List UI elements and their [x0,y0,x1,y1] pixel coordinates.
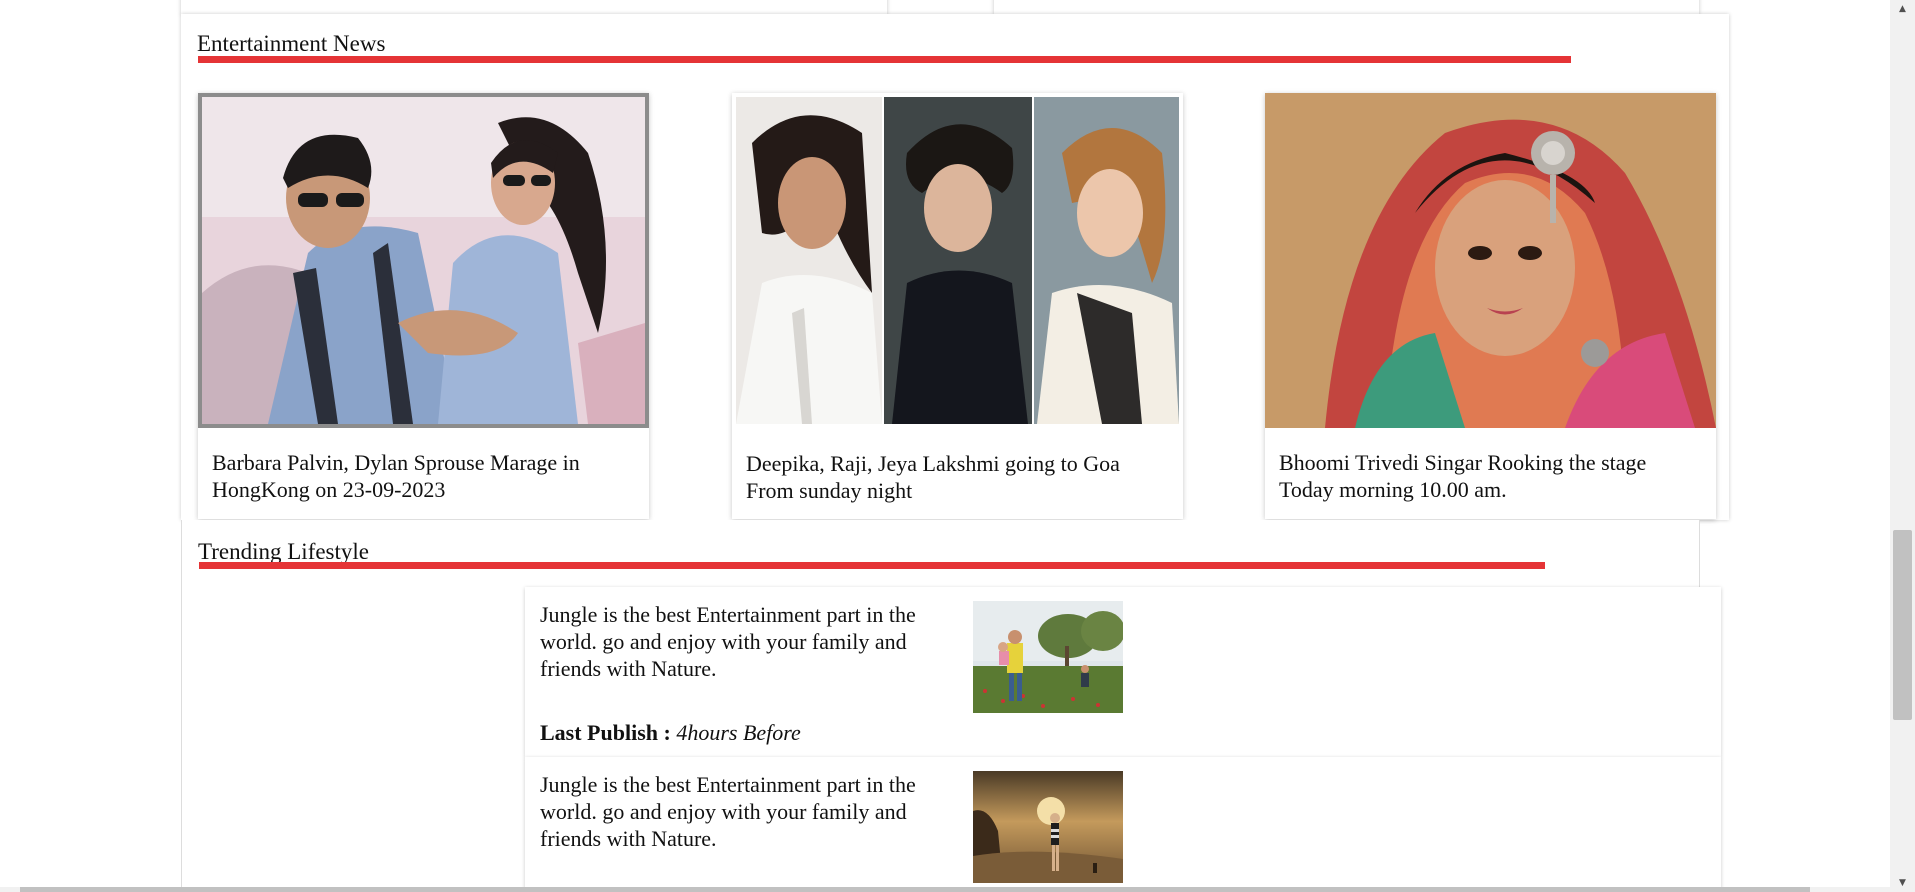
news-card[interactable]: Bhoomi Trivedi Singar Rooking the stage … [1265,93,1716,519]
section-title-entertainment: Entertainment News [197,31,386,56]
scrollbar-thumb[interactable] [20,887,1810,892]
triangle-down-icon[interactable]: ▼ [1890,874,1915,892]
horizontal-scrollbar[interactable] [0,887,1890,892]
trend-thumbnail[interactable] [973,601,1123,713]
trend-list-item[interactable]: Jungle is the best Entertainment part in… [525,757,1721,892]
publish-label: Last Publish : [540,720,671,745]
news-image[interactable] [732,93,1183,428]
vertical-scrollbar[interactable]: ▲ ▼ [1890,0,1915,892]
publish-time: 4hours Before [676,720,801,745]
trend-description[interactable]: Jungle is the best Entertainment part in… [540,771,960,852]
trend-description[interactable]: Jungle is the best Entertainment part in… [540,601,960,682]
trending-lifestyle-section: Trending Lifestyle Jungle is the best En… [181,520,1721,892]
triangle-up-icon[interactable]: ▲ [1890,0,1915,18]
scrollbar-thumb[interactable] [1893,530,1912,720]
news-caption[interactable]: Bhoomi Trivedi Singar Rooking the stage … [1279,449,1704,503]
news-card[interactable]: Barbara Palvin, Dylan Sprouse Marage in … [198,93,649,519]
publish-info: Last Publish : 4hours Before [540,719,801,746]
section-underline [199,562,1545,569]
trend-thumbnail[interactable] [973,771,1123,883]
section-title-trending: Trending Lifestyle [198,539,369,564]
entertainment-news-section: Entertainment News Barbara Palvin, Dylan… [181,14,1729,520]
news-image[interactable] [198,93,649,428]
news-caption[interactable]: Barbara Palvin, Dylan Sprouse Marage in … [212,449,637,503]
previous-card-right [994,0,1699,14]
news-image[interactable] [1265,93,1716,428]
trend-list-item[interactable]: Jungle is the best Entertainment part in… [525,587,1721,757]
previous-card-left [181,0,887,14]
section-underline [198,56,1571,63]
news-card[interactable]: Deepika, Raji, Jeya Lakshmi going to Goa… [732,93,1183,519]
news-caption[interactable]: Deepika, Raji, Jeya Lakshmi going to Goa… [746,450,1171,504]
